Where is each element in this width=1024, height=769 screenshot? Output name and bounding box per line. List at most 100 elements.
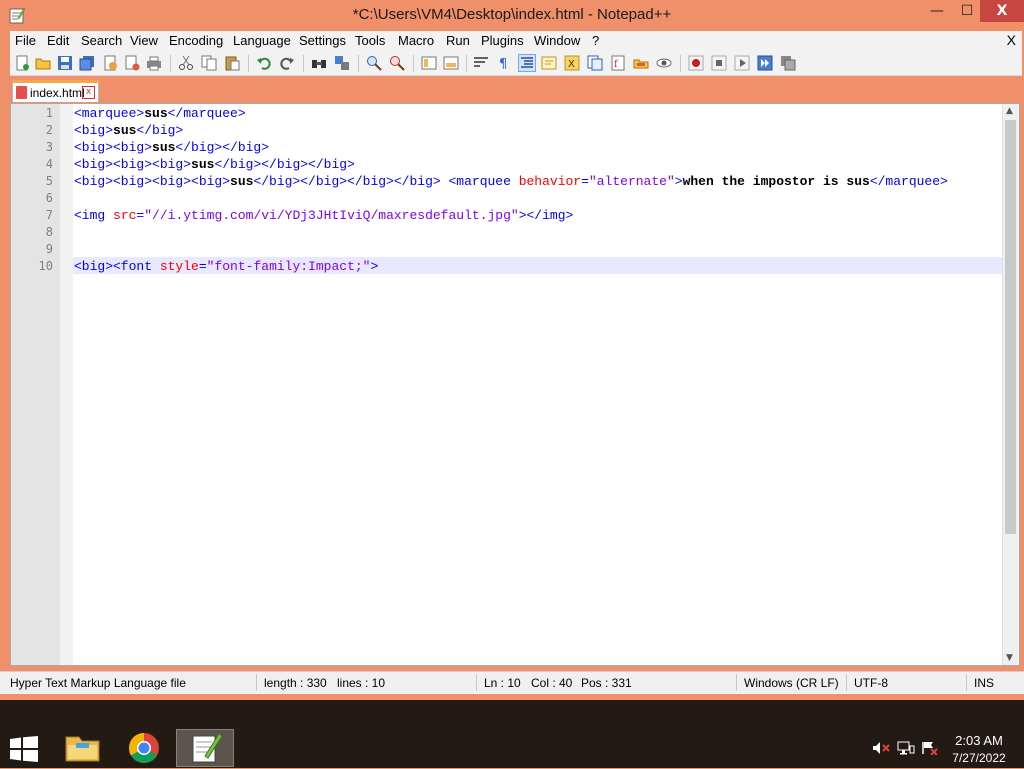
menu-macro[interactable]: Macro	[398, 33, 434, 48]
status-file-type: Hyper Text Markup Language file	[10, 676, 186, 690]
menu-language[interactable]: Language	[233, 33, 291, 48]
scroll-down-arrow-icon[interactable]: ▼	[1006, 653, 1013, 663]
stop-macro-icon[interactable]	[711, 55, 727, 71]
code-line-3[interactable]: <big><big>sus</big></big>	[74, 139, 269, 156]
code-line-2[interactable]: <big>sus</big>	[74, 122, 183, 139]
scrollbar-thumb[interactable]	[1005, 120, 1016, 534]
run-macro-multiple-icon[interactable]	[757, 55, 773, 71]
minimize-button[interactable]: —	[920, 0, 954, 22]
editor-pane[interactable]: 1 2 3 4 5 6 7 8 9 10 <marquee>sus</marqu…	[10, 103, 1020, 666]
indent-guide-icon[interactable]	[518, 54, 536, 72]
toolbar-separator	[466, 55, 467, 72]
cut-icon[interactable]	[178, 55, 194, 71]
function-list-icon[interactable]	[587, 55, 603, 71]
word-wrap-icon[interactable]	[473, 55, 489, 71]
zoom-in-icon[interactable]	[366, 55, 382, 71]
tab-index-html[interactable]: index.html x	[12, 80, 99, 102]
close-button[interactable]: X	[980, 0, 1024, 22]
code-line-7[interactable]: <img src="//i.ytimg.com/vi/YDj3JHtIviQ/m…	[74, 207, 573, 224]
tab-label: index.html	[30, 86, 85, 100]
close-file-icon[interactable]	[102, 55, 118, 71]
paste-icon[interactable]	[224, 55, 240, 71]
title-bar[interactable]: *C:\Users\VM4\Desktop\index.html - Notep…	[0, 0, 1024, 30]
text-content: sus	[152, 140, 176, 155]
status-eol-format[interactable]: Windows (CR LF)	[744, 676, 839, 690]
folder-as-workspace-icon[interactable]: f	[610, 55, 626, 71]
taskbar-notepadpp-button[interactable]	[176, 729, 234, 767]
undo-icon[interactable]	[256, 55, 272, 71]
toolbar-separator	[358, 55, 359, 72]
open-file-icon[interactable]	[35, 55, 51, 71]
line-number: 5	[45, 174, 53, 188]
folder-icon[interactable]	[633, 55, 649, 71]
clock-date[interactable]: 7/27/2022	[948, 751, 1010, 765]
notepadpp-taskbar-icon	[192, 733, 223, 763]
line-number: 2	[45, 123, 53, 137]
monitoring-eye-icon[interactable]	[656, 55, 672, 71]
save-macro-icon[interactable]	[780, 55, 796, 71]
network-icon[interactable]	[897, 741, 915, 755]
menu-view[interactable]: View	[130, 33, 158, 48]
html-tag: <big>	[74, 123, 114, 138]
windows-start-icon[interactable]	[10, 736, 38, 762]
volume-muted-icon[interactable]	[872, 741, 890, 755]
code-area[interactable]: <marquee>sus</marquee> <big>sus</big> <b…	[73, 104, 1003, 665]
menu-encoding[interactable]: Encoding	[169, 33, 223, 48]
menu-window[interactable]: Window	[534, 33, 580, 48]
sync-vertical-icon[interactable]	[421, 55, 437, 71]
window-title: *C:\Users\VM4\Desktop\index.html - Notep…	[352, 6, 672, 23]
close-all-icon[interactable]	[124, 55, 140, 71]
copy-icon[interactable]	[201, 55, 217, 71]
menu-edit[interactable]: Edit	[47, 33, 69, 48]
status-insert-mode[interactable]: INS	[974, 676, 994, 690]
save-icon[interactable]	[57, 55, 73, 71]
html-attribute: behavior	[518, 174, 582, 189]
chrome-icon[interactable]	[116, 729, 172, 767]
menu-run[interactable]: Run	[446, 33, 470, 48]
attribute-value: "font-family:Impact;"	[206, 259, 371, 274]
play-macro-icon[interactable]	[734, 55, 750, 71]
replace-icon[interactable]	[334, 55, 350, 71]
tab-close-icon[interactable]: x	[82, 86, 95, 99]
html-tag: </marquee>	[869, 174, 948, 189]
toolbar-separator	[248, 55, 249, 72]
menu-plugins[interactable]: Plugins	[481, 33, 524, 48]
menu-help[interactable]: ?	[592, 33, 599, 48]
menu-file[interactable]: File	[15, 33, 36, 48]
line-number: 10	[38, 259, 53, 273]
redo-icon[interactable]	[279, 55, 295, 71]
maximize-button[interactable]: ☐	[954, 0, 980, 22]
code-line-10[interactable]: <big><font style="font-family:Impact;">	[74, 258, 378, 275]
document-map-icon[interactable]: X	[564, 55, 580, 71]
scroll-up-arrow-icon[interactable]: ▲	[1006, 106, 1013, 116]
file-explorer-icon[interactable]	[54, 729, 110, 767]
toolbar-separator	[303, 55, 304, 72]
save-all-icon[interactable]	[79, 55, 95, 71]
code-line-4[interactable]: <big><big><big>sus</big></big></big>	[74, 156, 355, 173]
record-macro-icon[interactable]	[688, 55, 704, 71]
sync-horizontal-icon[interactable]	[443, 55, 459, 71]
html-tag: <marquee>	[74, 106, 145, 121]
code-line-5[interactable]: <big><big><big><big>sus</big></big></big…	[74, 173, 948, 190]
status-column: Col : 40	[531, 676, 573, 690]
code-line-1[interactable]: <marquee>sus</marquee>	[74, 105, 246, 122]
user-defined-language-icon[interactable]	[541, 55, 557, 71]
new-file-icon[interactable]	[14, 55, 30, 71]
menu-settings[interactable]: Settings	[299, 33, 346, 48]
text-content: sus	[230, 174, 254, 189]
show-all-characters-icon[interactable]: ¶	[496, 55, 512, 71]
vertical-scrollbar[interactable]: ▲ ▼	[1002, 104, 1019, 665]
status-encoding[interactable]: UTF-8	[854, 676, 888, 690]
html-attribute: src	[113, 208, 137, 223]
toolbar-separator	[413, 55, 414, 72]
close-document-button[interactable]: X	[1007, 32, 1016, 48]
find-icon[interactable]	[311, 55, 327, 71]
clock-time[interactable]: 2:03 AM	[948, 733, 1010, 748]
fold-margin[interactable]	[60, 104, 73, 665]
menu-tools[interactable]: Tools	[355, 33, 385, 48]
print-icon[interactable]	[146, 55, 162, 71]
text-content: sus	[144, 106, 168, 121]
zoom-out-icon[interactable]	[389, 55, 405, 71]
menu-search[interactable]: Search	[81, 33, 122, 48]
action-center-flag-icon[interactable]	[921, 741, 939, 755]
